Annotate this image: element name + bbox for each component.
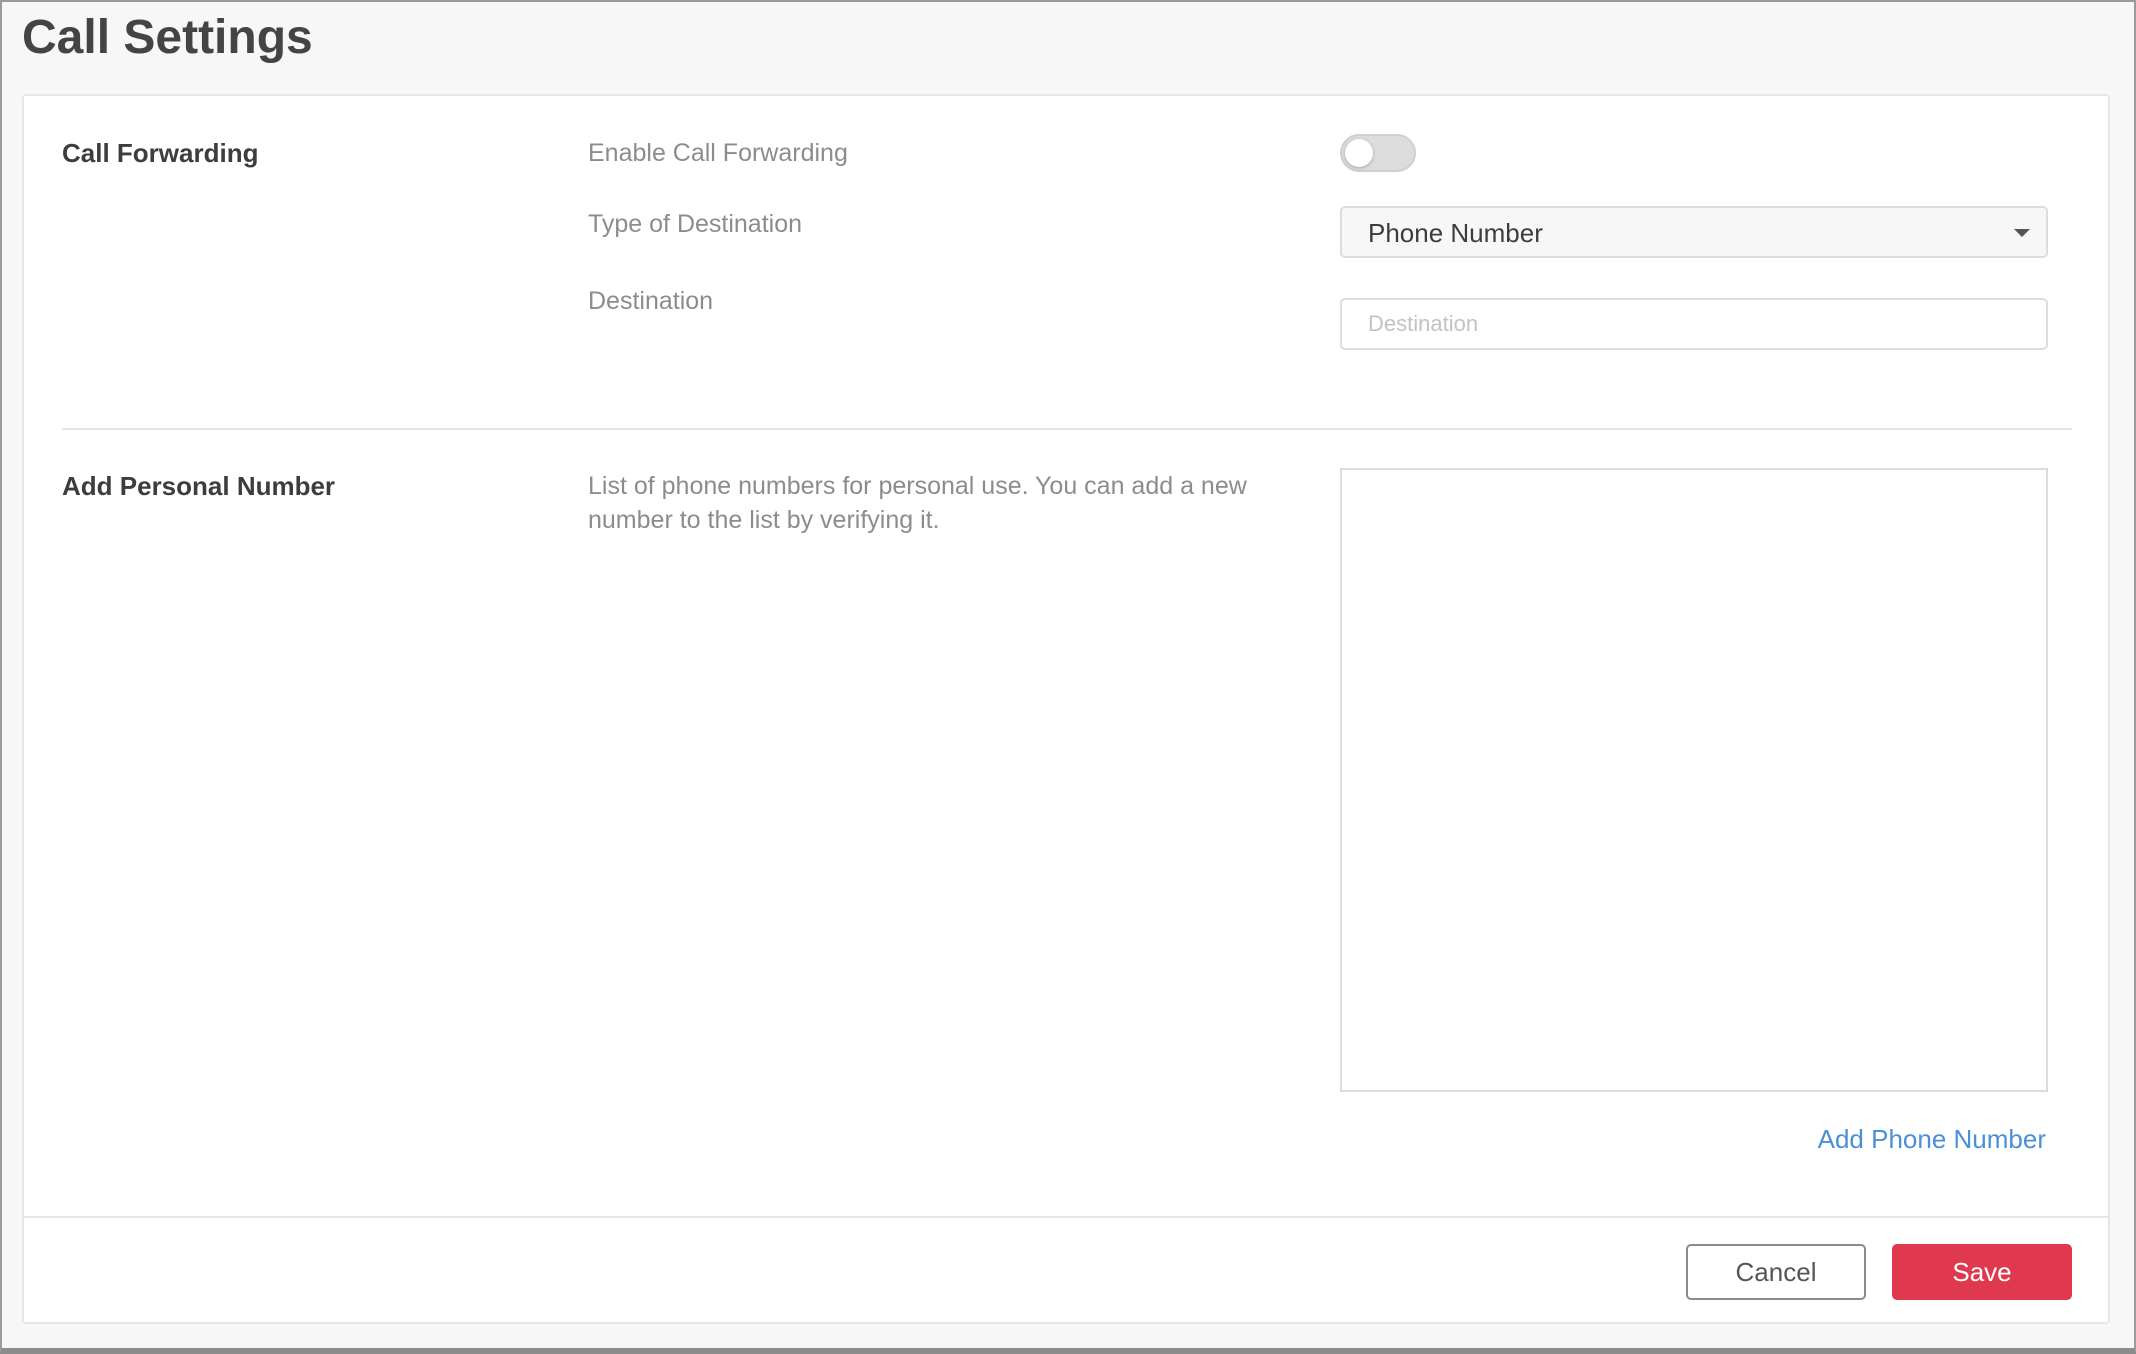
- destination-input[interactable]: [1340, 298, 2048, 350]
- call-forwarding-toggle[interactable]: [1340, 134, 1416, 172]
- footer-divider: [24, 1216, 2108, 1218]
- cancel-button[interactable]: Cancel: [1686, 1244, 1866, 1300]
- personal-number-description: List of phone numbers for personal use. …: [588, 472, 1247, 534]
- section-divider: [62, 428, 2072, 430]
- enable-call-forwarding-label: Enable Call Forwarding: [588, 139, 848, 167]
- type-of-destination-label: Type of Destination: [588, 210, 803, 238]
- destination-type-value: Phone Number: [1368, 218, 1543, 248]
- save-button[interactable]: Save: [1892, 1244, 2072, 1300]
- destination-label: Destination: [588, 287, 714, 315]
- add-personal-number-section-title: Add Personal Number: [62, 471, 336, 501]
- caret-down-icon: [2014, 229, 2030, 237]
- destination-type-select[interactable]: Phone Number: [1340, 206, 2048, 258]
- settings-card: Call Forwarding Enable Call Forwarding T…: [22, 94, 2110, 1324]
- personal-number-list: [1340, 468, 2048, 1092]
- toggle-knob: [1345, 139, 1373, 167]
- page-title: Call Settings: [22, 11, 313, 64]
- add-phone-number-link[interactable]: Add Phone Number: [1818, 1122, 2046, 1156]
- call-forwarding-section-title: Call Forwarding: [62, 138, 259, 168]
